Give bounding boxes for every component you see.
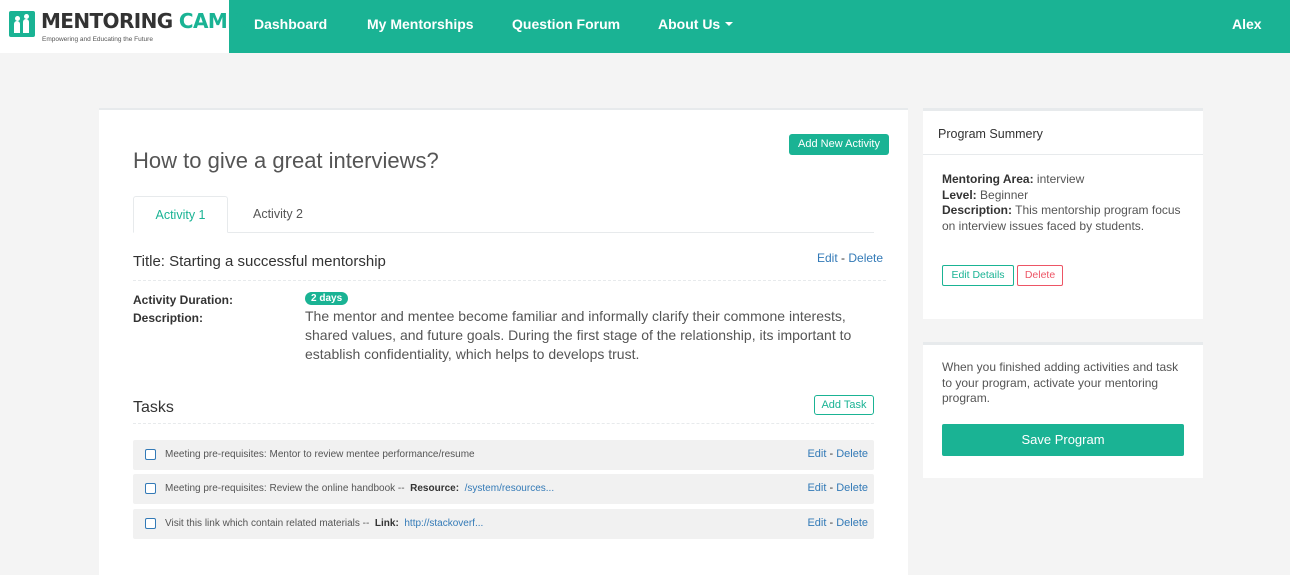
add-task-button[interactable]: Add Task — [814, 395, 874, 415]
edit-task-link[interactable]: Edit — [807, 448, 826, 460]
summary-body: Mentoring Area: interview Level: Beginne… — [942, 172, 1187, 234]
summary-title: Program Summery — [938, 127, 1043, 141]
people-logo-icon — [9, 11, 35, 37]
brand-tagline: Empowering and Educating the Future — [42, 36, 153, 43]
task-ref-label: Link — [374, 518, 396, 529]
summary-divider — [923, 154, 1203, 155]
tab-activity-2[interactable]: Activity 2 — [243, 196, 313, 233]
task-checkbox[interactable] — [145, 483, 156, 494]
level-value: Beginner — [980, 187, 1029, 202]
user-menu[interactable]: Alex — [1232, 16, 1262, 32]
task-description: Visit this link which contain related ma… — [165, 518, 370, 529]
task-description: Meeting pre-requisites: Review the onlin… — [165, 483, 405, 494]
nav-question-forum[interactable]: Question Forum — [512, 16, 620, 32]
delete-task-link[interactable]: Delete — [836, 482, 868, 494]
activity-title: Title: Starting a successful mentorship — [133, 253, 386, 270]
tab-activity-1[interactable]: Activity 1 — [133, 196, 228, 233]
nav-dashboard[interactable]: Dashboard — [254, 16, 327, 32]
action-separator: - — [837, 251, 849, 265]
activity-actions: Edit - Delete — [817, 251, 883, 265]
action-separator: - — [826, 517, 837, 529]
activity-description: The mentor and mentee become familiar an… — [305, 308, 852, 362]
delete-task-link[interactable]: Delete — [836, 448, 868, 460]
duration-badge: 2 days — [305, 292, 349, 305]
caret-down-icon — [725, 22, 734, 26]
action-separator: - — [826, 482, 837, 494]
task-checkbox[interactable] — [145, 518, 156, 529]
nav-about-us-label: About Us — [658, 16, 721, 32]
task-text: Visit this link which contain related ma… — [165, 518, 484, 529]
task-row: Meeting pre-requisites: Mentor to review… — [133, 440, 874, 470]
task-text: Meeting pre-requisites: Mentor to review… — [165, 449, 475, 460]
level-label: Level: — [942, 187, 977, 202]
delete-program-button[interactable]: Delete — [1017, 265, 1063, 286]
page-title: How to give a great interviews? — [133, 148, 439, 173]
dashed-divider — [133, 423, 874, 424]
tasks-heading: Tasks — [133, 399, 174, 416]
task-row: Meeting pre-requisites: Review the onlin… — [133, 474, 874, 504]
nav-my-mentorships[interactable]: My Mentorships — [367, 16, 474, 32]
brand-name-part1: MENTORING — [41, 9, 173, 33]
delete-activity-link[interactable]: Delete — [848, 251, 883, 265]
program-card: Add New Activity How to give a great int… — [99, 108, 908, 575]
activate-program-card: When you finished adding activities and … — [923, 342, 1203, 478]
task-row: Visit this link which contain related ma… — [133, 509, 874, 539]
dashed-divider — [133, 280, 886, 281]
edit-activity-link[interactable]: Edit — [817, 251, 838, 265]
description-label: Description: — [133, 311, 204, 325]
activate-instructions: When you finished adding activities and … — [942, 360, 1179, 405]
task-text: Meeting pre-requisites: Review the onlin… — [165, 483, 555, 494]
task-description: Meeting pre-requisites: Mentor to review… — [165, 449, 475, 460]
nav-about-us-dropdown[interactable]: About Us — [658, 16, 734, 32]
brand-logo[interactable]: MENTORING CAMPUS Empowering and Educatin… — [0, 0, 271, 53]
brand-name: MENTORING CAMPUS — [41, 9, 271, 33]
top-navbar: MENTORING CAMPUS Empowering and Educatin… — [0, 0, 1290, 53]
area-value: interview — [1036, 172, 1085, 186]
task-checkbox[interactable] — [145, 449, 156, 460]
delete-task-link[interactable]: Delete — [836, 517, 868, 529]
task-actions: Edit - Delete — [807, 517, 868, 529]
edit-task-link[interactable]: Edit — [807, 482, 826, 494]
edit-details-button[interactable]: Edit Details — [942, 265, 1014, 286]
duration-label: Activity Duration: — [133, 293, 234, 307]
area-label: Mentoring Area: — [942, 172, 1034, 186]
task-actions: Edit - Delete — [807, 482, 868, 494]
summary-description-label: Description: — [942, 203, 1013, 217]
add-new-activity-button[interactable]: Add New Activity — [789, 134, 889, 155]
save-program-button[interactable]: Save Program — [942, 424, 1184, 456]
task-actions: Edit - Delete — [807, 448, 868, 460]
program-summary-card: Program Summery Mentoring Area: intervie… — [923, 108, 1203, 319]
task-resource-link[interactable]: /system/resources... — [465, 483, 554, 494]
action-separator: - — [826, 448, 837, 460]
task-ref-label: Resource — [410, 483, 456, 494]
edit-task-link[interactable]: Edit — [807, 517, 826, 529]
task-external-link[interactable]: http://stackoverf... — [404, 518, 483, 529]
